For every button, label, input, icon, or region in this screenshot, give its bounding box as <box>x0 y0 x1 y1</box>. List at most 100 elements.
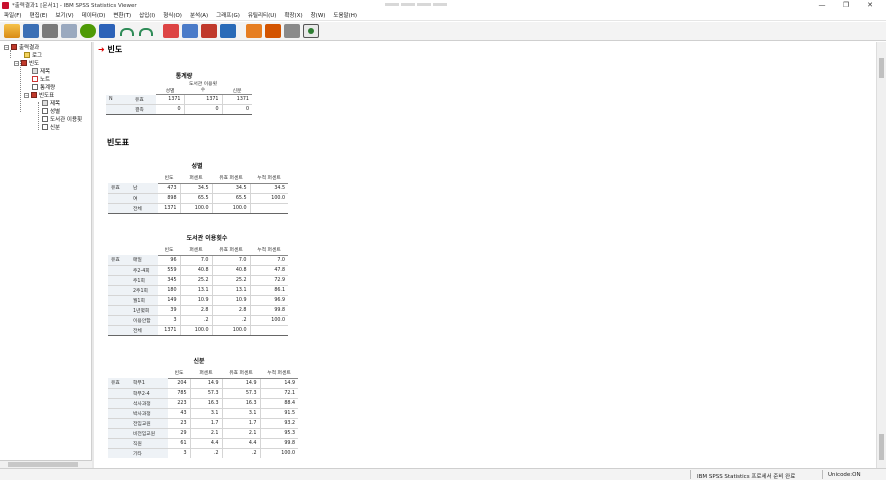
content-vertical-scrollbar[interactable] <box>876 42 886 468</box>
visits-table[interactable]: 빈도 퍼센트 유효 퍼센트 누적 퍼센트 유효 매일 96 7.0 7.0 7.… <box>108 245 288 336</box>
collapse-icon[interactable]: − <box>24 92 29 98</box>
menu-view[interactable]: 보기(V) <box>51 11 77 19</box>
cell: 40.8 <box>212 264 251 275</box>
stats-col-status: 신분 <box>222 82 252 95</box>
col-percent: 퍼센트 <box>190 368 222 379</box>
cell: 47.8 <box>250 264 288 275</box>
cell: 96.9 <box>250 294 288 305</box>
collapse-icon[interactable]: − <box>14 60 19 66</box>
scrollbar-thumb-lower[interactable] <box>879 434 884 460</box>
row-label: 학부1 <box>130 378 168 388</box>
cell: 4.4 <box>222 437 261 448</box>
variables-icon[interactable] <box>182 24 198 38</box>
open-folder-icon[interactable] <box>4 24 20 38</box>
stats-cell: 1371 <box>184 94 223 105</box>
tree-root[interactable]: − 출력결과 <box>4 43 39 51</box>
row-label: 학부2-4 <box>130 387 168 398</box>
cell: 14.9 <box>284 380 295 386</box>
unicode-status-text: Unicode:ON <box>828 472 861 478</box>
menu-help[interactable]: 도움말(H) <box>329 11 361 19</box>
row-label: 남 <box>130 183 158 193</box>
tree-ft-status[interactable]: 신분 <box>42 123 60 131</box>
insert-output-icon[interactable] <box>201 24 217 38</box>
title-bar-quick-tabs <box>385 1 475 7</box>
cell: 96 <box>158 255 181 265</box>
tree-title[interactable]: 제목 <box>32 67 50 75</box>
menu-format[interactable]: 형식(O) <box>159 11 186 19</box>
cell: 43 <box>168 407 191 418</box>
print-preview-icon[interactable] <box>61 24 77 38</box>
outline-horizontal-scrollbar[interactable] <box>0 460 92 468</box>
menu-graphs[interactable]: 그래프(G) <box>212 11 244 19</box>
row-label: 이용안함 <box>130 314 158 325</box>
menu-transform[interactable]: 변환(T) <box>109 11 135 19</box>
scrollbar-thumb[interactable] <box>879 58 884 78</box>
freq-table-section-title: 빈도표 <box>107 138 130 147</box>
cell: 7.0 <box>212 255 251 265</box>
menu-insert[interactable]: 삽입(I) <box>135 11 159 19</box>
menu-edit[interactable]: 편집(E) <box>26 11 52 19</box>
save-icon[interactable] <box>23 24 39 38</box>
script-icon[interactable] <box>265 24 281 38</box>
tree-notes[interactable]: 노트 <box>32 75 50 83</box>
cell: 1.7 <box>222 417 261 428</box>
chart-builder-icon[interactable] <box>246 24 262 38</box>
goto-data-icon[interactable] <box>163 24 179 38</box>
stats-cell: 0 <box>222 104 252 115</box>
stats-table[interactable]: 성별 도서관 이용횟수 신분 N 유효 1371 1371 1371 결측 0 … <box>106 82 252 115</box>
hide-icon[interactable] <box>284 24 300 38</box>
stats-col-visits: 도서관 이용횟수 <box>184 82 222 95</box>
cell: 100.0 <box>212 324 251 336</box>
toolbar <box>0 22 886 41</box>
cell: 13.1 <box>212 284 251 295</box>
row-label: 전체 <box>130 202 158 214</box>
tree-statistics[interactable]: 통계량 <box>32 83 55 91</box>
show-icon[interactable] <box>303 24 319 38</box>
cell: 34.5 <box>212 183 251 193</box>
tree-frequencies[interactable]: − 빈도 <box>14 59 39 67</box>
stats-table-title: 통계량 <box>175 73 193 80</box>
menu-utilities[interactable]: 유틸리티(U) <box>244 11 281 19</box>
notes-icon <box>32 76 38 82</box>
cell: 99.8 <box>260 437 298 448</box>
collapse-icon[interactable]: − <box>4 44 9 50</box>
menu-window[interactable]: 창(W) <box>307 11 330 19</box>
tree-ft-visits[interactable]: 도서관 이용횟 <box>42 115 82 123</box>
cell: 100.0 <box>250 314 288 325</box>
designate-window-icon[interactable] <box>220 24 236 38</box>
current-item-arrow-icon: ➜ <box>98 45 105 54</box>
gender-table[interactable]: 빈도 퍼센트 유효 퍼센트 누적 퍼센트 유효 남 473 34.5 34.5 … <box>108 173 288 214</box>
cell: 14.9 <box>190 378 223 388</box>
status-table[interactable]: 빈도 퍼센트 유효 퍼센트 누적 퍼센트 유효 학부1 204 14.9 14.… <box>108 368 298 458</box>
col-cumulative-percent: 누적 퍼센트 <box>250 245 288 256</box>
tree-log[interactable]: 로그 <box>24 51 42 59</box>
tree-ft-title[interactable]: 제목 <box>42 99 60 107</box>
cell: 34.5 <box>274 185 285 191</box>
cell <box>250 202 288 214</box>
menu-file[interactable]: 파일(F) <box>0 11 26 19</box>
cell: 91.5 <box>260 407 298 418</box>
menu-data[interactable]: 데이터(D) <box>78 11 110 19</box>
cell: 1371 <box>158 202 181 214</box>
row-label: 2주1회 <box>130 284 158 295</box>
row-label: 박사과정 <box>130 407 168 418</box>
restore-button[interactable]: ❐ <box>834 0 858 10</box>
redo-icon[interactable] <box>137 24 153 38</box>
cell: 29 <box>168 427 191 438</box>
row-label: 기타 <box>130 447 168 458</box>
tree-ft-gender[interactable]: 성별 <box>42 107 60 115</box>
menu-extensions[interactable]: 확장(X) <box>280 11 306 19</box>
stats-cell: 1371 <box>236 97 249 102</box>
undo-icon[interactable] <box>118 24 134 38</box>
minimize-button[interactable]: — <box>810 0 834 10</box>
print-icon[interactable] <box>42 24 58 38</box>
recall-dialog-icon[interactable] <box>99 24 115 38</box>
cell: .2 <box>190 447 223 458</box>
processor-status-text: IBM SPSS Statistics 프로세서 준비 완료 <box>697 474 796 480</box>
cell <box>250 324 288 336</box>
close-button[interactable]: ✕ <box>858 0 882 10</box>
cell: 7.0 <box>277 257 285 263</box>
tree-frequency-table[interactable]: − 빈도표 <box>24 91 54 99</box>
menu-analyze[interactable]: 분석(A) <box>186 11 212 19</box>
export-icon[interactable] <box>80 24 96 38</box>
